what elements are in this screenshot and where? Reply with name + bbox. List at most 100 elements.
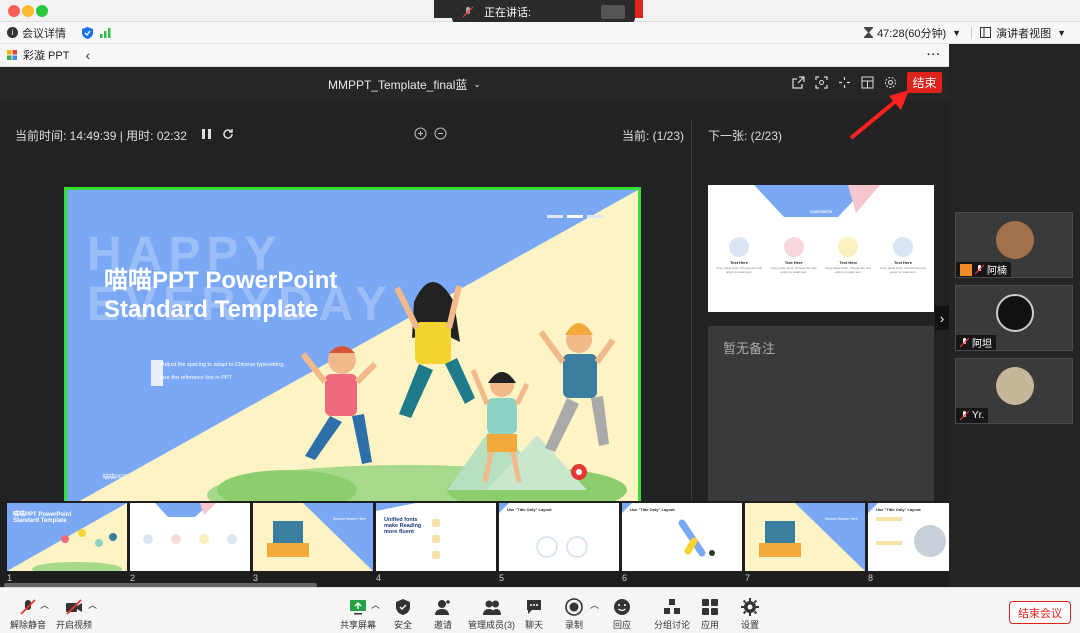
meeting-topbar: i 会议详情 47:28(60分钟) ▼ 演讲者视图 ▼ <box>0 22 1080 44</box>
close-window-button[interactable] <box>8 5 20 17</box>
record-button[interactable]: 录制 <box>565 598 583 631</box>
participant-gallery: › 阿楠 阿坦 Yr. <box>935 44 1080 587</box>
thumbnail-art <box>759 503 865 571</box>
view-layout-icon <box>980 27 992 38</box>
participant-tile[interactable]: 阿坦 <box>955 285 1073 351</box>
chevron-up-icon[interactable]: ︿ <box>371 598 380 611</box>
start-video-button[interactable]: 开启视频 <box>56 598 92 631</box>
thumbnail-title: 喵喵PPT PowerPoint Standard Template <box>13 512 72 524</box>
end-meeting-button[interactable]: 结束会议 <box>1009 601 1071 624</box>
slide-thumbnail[interactable]: Use "Title Only" Layout <box>622 503 742 571</box>
start-video-label: 开启视频 <box>56 620 93 630</box>
item-title: Text Here <box>894 260 912 265</box>
participant-name-bar: Yr. <box>956 408 989 423</box>
slide-thumbnail[interactable]: Unified fonts make Reading more fluent <box>376 503 496 571</box>
gear-icon <box>741 598 759 616</box>
reset-timer-icon[interactable] <box>222 128 234 140</box>
zoom-in-icon[interactable] <box>414 127 427 140</box>
avatar <box>996 294 1034 332</box>
slide-thumbnail[interactable]: Section Header Here <box>745 503 865 571</box>
participant-name: 阿楠 <box>987 266 1007 277</box>
next-slide-banner <box>754 185 880 217</box>
thumbnail-art <box>499 503 588 558</box>
speaker-notes[interactable]: 暂无备注 <box>708 326 934 510</box>
participant-name-bar: 阿楠 <box>956 262 1011 277</box>
thumbnail-strip: 喵喵PPT PowerPoint Standard Template 1 2 S… <box>0 501 949 587</box>
next-slide-preview[interactable]: CONTENTS Text Here Copy paste fonts. Cho… <box>708 185 934 312</box>
shield-icon <box>396 599 410 615</box>
chevron-up-icon[interactable]: ︿ <box>88 598 97 611</box>
slide-title-line2: Standard Template <box>104 296 319 323</box>
chevron-up-icon[interactable]: ︿ <box>590 598 599 611</box>
mic-muted-icon <box>462 6 474 18</box>
meeting-info-link[interactable]: 会议详情 <box>22 25 66 41</box>
item-icon <box>729 237 749 257</box>
chevron-up-icon[interactable]: ︿ <box>40 598 49 611</box>
pause-icon[interactable] <box>202 129 211 139</box>
app-name: 彩漩 PPT <box>23 50 70 62</box>
presenter-view: MMPPT_Template_final蓝 ⌄ 结束 当前时间: 14:49:3… <box>0 67 949 587</box>
speaker-avatar <box>601 5 625 19</box>
slide-thumbnail[interactable]: 喵喵PPT PowerPoint Standard Template <box>7 503 127 571</box>
thumbnail-title: Use "Title Only" Layout <box>630 507 675 512</box>
apps-button[interactable]: 应用 <box>701 598 719 631</box>
security-label: 安全 <box>394 620 413 630</box>
manage-participants-button[interactable]: 管理成员(3) <box>468 598 515 631</box>
next-slide-label: 下一张: (2/23) <box>708 129 783 143</box>
file-name[interactable]: MMPPT_Template_final蓝 <box>328 76 467 93</box>
invite-button[interactable]: 邀请 <box>434 598 452 631</box>
notes-text: 暂无备注 <box>723 341 776 356</box>
thumbnail-number: 3 <box>253 573 259 583</box>
chat-button[interactable]: 聊天 <box>525 598 543 631</box>
react-button[interactable]: 回应 <box>613 598 631 631</box>
next-slide-item: Text Here Copy paste fonts. Choose the o… <box>878 237 928 274</box>
minimize-window-button[interactable] <box>22 5 34 17</box>
slide-thumbnail[interactable] <box>130 503 250 571</box>
share-screen-label: 共享屏幕 <box>340 620 377 630</box>
slide-subtitle-line1: Adjust the spacing to adapt to Chinese t… <box>161 362 285 368</box>
chevron-down-icon[interactable]: ▼ <box>1057 28 1066 38</box>
participant-name: Yr. <box>972 410 985 421</box>
participant-tile[interactable]: Yr. <box>955 358 1073 424</box>
zoom-out-icon[interactable] <box>434 127 447 140</box>
next-slide-item: Text Here Copy paste fonts. Choose the o… <box>823 237 873 274</box>
signal-icon[interactable] <box>100 27 112 38</box>
app-logo-icon <box>7 50 17 60</box>
screenshot-icon[interactable] <box>815 76 828 89</box>
slide-thumbnail[interactable]: Use "Title Only" Layout <box>868 503 949 571</box>
slide-thumbnail[interactable]: Use "Title Only" Layout <box>499 503 619 571</box>
item-title: Text Here <box>730 260 748 265</box>
slide-stage: 当前时间: 14:49:39 | 用时: 02:32 当前: (1/23) 下一… <box>0 100 949 558</box>
back-icon[interactable]: ‹ <box>85 47 90 63</box>
open-external-icon[interactable] <box>792 76 805 89</box>
chevron-down-icon[interactable]: ▼ <box>952 28 961 38</box>
item-icon <box>838 237 859 257</box>
security-shield-icon[interactable] <box>82 26 93 39</box>
breakout-button[interactable]: 分组讨论 <box>654 598 690 631</box>
ppt-toolbar: MMPPT_Template_final蓝 ⌄ 结束 <box>0 67 949 100</box>
view-mode-button[interactable]: 演讲者视图 <box>996 25 1051 41</box>
divider <box>691 120 692 510</box>
settings-button[interactable]: 设置 <box>741 598 759 631</box>
more-icon[interactable]: ··· <box>927 49 941 61</box>
thumbnail-art <box>376 503 440 559</box>
info-icon[interactable]: i <box>7 27 18 38</box>
breakout-icon <box>664 599 680 614</box>
chevron-down-icon[interactable]: ⌄ <box>473 79 481 90</box>
mic-muted-icon <box>960 410 969 420</box>
slide-thumbnail[interactable]: Section Header Here <box>253 503 373 571</box>
next-slide-items: Text Here Copy paste fonts. Choose the o… <box>714 237 928 274</box>
speaking-label: 正在讲话: <box>484 7 532 19</box>
speaking-indicator-right <box>635 0 643 18</box>
divider <box>971 26 973 39</box>
apps-label: 应用 <box>701 620 720 630</box>
settings-label: 设置 <box>741 620 760 630</box>
current-slide[interactable]: HAPPY EVERYDAY 喵喵PPT PowerPoint Standard… <box>64 187 641 511</box>
manage-participants-label: 管理成员(3) <box>468 620 515 630</box>
apps-icon <box>702 599 718 615</box>
maximize-window-button[interactable] <box>36 5 48 17</box>
hourglass-icon <box>864 27 874 38</box>
collapse-gallery-icon[interactable]: › <box>935 306 949 330</box>
security-button[interactable]: 安全 <box>394 598 412 631</box>
participant-tile[interactable]: 阿楠 <box>955 212 1073 278</box>
